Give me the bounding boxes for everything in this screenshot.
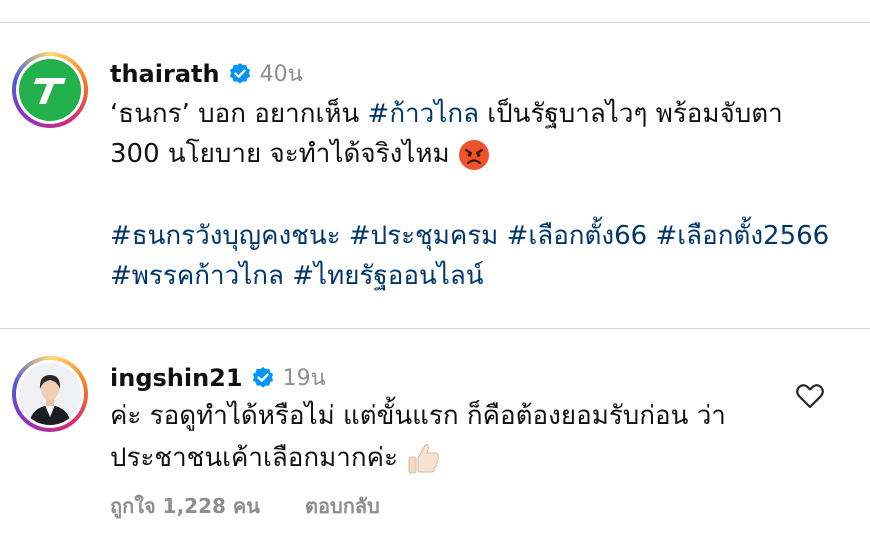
comment-header: ingshin21 19น — [110, 360, 326, 395]
post-username[interactable]: thairath — [110, 60, 220, 88]
post-caption-line1: ‘ธนกร’ บอก อยากเห็น #ก้าวไกล เป็นรัฐบาลไ… — [110, 92, 783, 136]
section-divider — [0, 328, 870, 329]
comment-text-line2: ประชาชนเค้าเลือกมากค่ะ — [110, 436, 442, 480]
caption-text: ‘ธนกร’ บอก อยากเห็น — [110, 99, 360, 129]
angry-face-emoji-icon — [458, 139, 489, 170]
ingshin21-avatar[interactable] — [12, 356, 88, 432]
post-time: 40น — [259, 62, 303, 87]
caption-text-line2: 300 นโยบาย จะทำได้จริงไหม — [110, 139, 450, 169]
comment-likes-count[interactable]: ถูกใจ 1,228 คน — [110, 490, 260, 522]
comment-time: 19น — [282, 366, 326, 391]
thumbs-up-emoji-icon — [408, 443, 440, 473]
post-hashtags-line2[interactable]: #พรรคก้าวไกล #ไทยรัฐออนไลน์ — [110, 254, 484, 298]
caption-text-suffix: เป็นรัฐบาลไวๆ พร้อมจับตา — [487, 99, 783, 129]
caption-hashtag[interactable]: #ก้าวไกล — [368, 99, 479, 129]
comment-text-line1: ค่ะ รอดูทำได้หรือไม่ แต่ขั้นแรก ก็คือต้อ… — [110, 401, 726, 431]
thairath-logo-icon — [19, 59, 81, 121]
thairath-avatar[interactable] — [12, 52, 88, 128]
like-heart-icon[interactable] — [796, 383, 824, 409]
verified-badge-icon — [229, 62, 250, 84]
post-hashtags-line1[interactable]: #ธนกรวังบุญคงชนะ #ประชุมครม #เลือกตั้ง66… — [110, 214, 829, 258]
profile-photo-icon — [19, 363, 81, 425]
top-divider — [0, 22, 870, 23]
comment-username[interactable]: ingshin21 — [110, 364, 243, 392]
verified-badge-icon — [252, 366, 273, 388]
post-header: thairath 40น — [110, 56, 303, 91]
post-caption-line2: 300 นโยบาย จะทำได้จริงไหม — [110, 132, 490, 176]
comment-text-line2-content: ประชาชนเค้าเลือกมากค่ะ — [110, 443, 398, 473]
reply-button[interactable]: ตอบกลับ — [305, 490, 380, 522]
